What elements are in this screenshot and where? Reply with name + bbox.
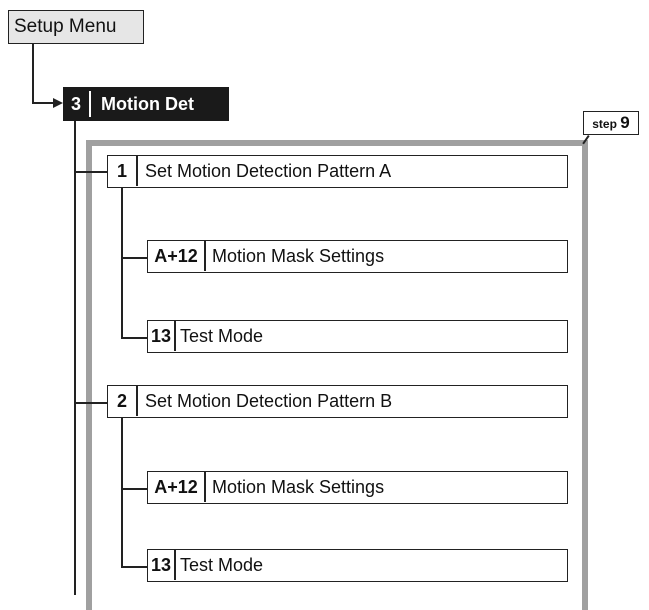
item-label: Test Mode: [180, 326, 264, 346]
item-separator: [174, 550, 176, 580]
motion-det-header: 3 Motion Det: [63, 87, 229, 121]
pattern-b-item: 2 Set Motion Detection Pattern B: [107, 385, 568, 418]
pattern-label: Set Motion Detection Pattern A: [145, 161, 392, 181]
setup-menu-label: Setup Menu: [14, 16, 117, 37]
trunk-line: [74, 121, 76, 595]
subtree-line-a: [121, 188, 123, 338]
branch-b-test: [121, 566, 147, 568]
pattern-number: 2: [116, 391, 127, 411]
item-number: A+12: [154, 246, 198, 266]
setup-menu-box: Setup Menu: [8, 10, 144, 44]
item-label: Motion Mask Settings: [212, 477, 385, 497]
pattern-a-item: 1 Set Motion Detection Pattern A: [107, 155, 568, 188]
item-separator: [204, 472, 206, 502]
step-prefix: step: [592, 117, 617, 131]
item-number: A+12: [154, 477, 198, 497]
item-separator: [136, 156, 138, 186]
motion-det-separator: [89, 91, 91, 117]
pattern-number: 1: [116, 161, 127, 181]
motion-mask-settings-item: A+12 Motion Mask Settings: [147, 240, 568, 273]
step-frame: [86, 140, 588, 610]
step-number: 9: [620, 113, 630, 132]
item-label: Test Mode: [180, 555, 264, 575]
arrow-right-icon: [53, 98, 63, 108]
motion-det-number: 3: [70, 94, 81, 114]
item-label: Motion Mask Settings: [212, 246, 385, 266]
item-separator: [136, 386, 138, 416]
branch-b-mask: [121, 488, 147, 490]
test-mode-item: 13 Test Mode: [147, 320, 568, 353]
branch-a-test: [121, 337, 147, 339]
branch-pattern-1: [74, 171, 107, 173]
branch-a-mask: [121, 257, 147, 259]
motion-mask-settings-item: A+12 Motion Mask Settings: [147, 471, 568, 504]
connector-setup-vertical: [32, 44, 34, 103]
item-number: 13: [150, 555, 172, 575]
item-separator: [174, 321, 176, 351]
subtree-line-b: [121, 418, 123, 567]
step-badge: step 9: [583, 111, 639, 135]
test-mode-item: 13 Test Mode: [147, 549, 568, 582]
item-number: 13: [150, 326, 172, 346]
branch-pattern-2: [74, 402, 107, 404]
connector-setup-horizontal: [32, 102, 54, 104]
motion-det-label: Motion Det: [101, 94, 194, 114]
item-separator: [204, 241, 206, 271]
pattern-label: Set Motion Detection Pattern B: [145, 391, 393, 411]
